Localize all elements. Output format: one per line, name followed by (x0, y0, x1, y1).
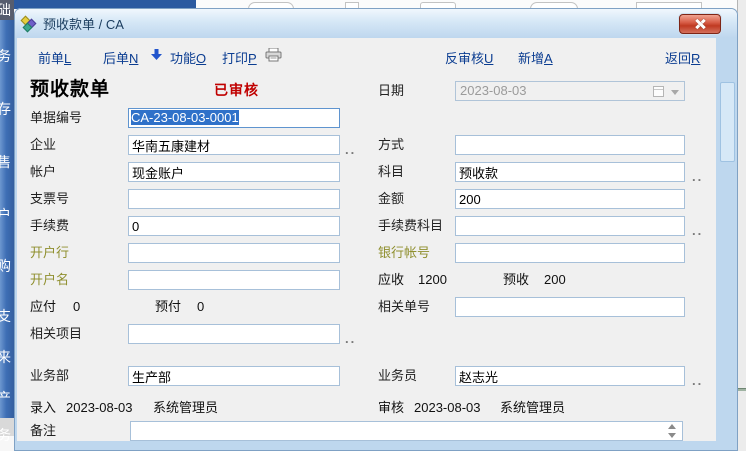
docno-label: 单据编号 (30, 108, 82, 128)
fee-subject-label: 手续费科目 (378, 216, 443, 236)
fee-subject-lookup-button[interactable]: .. (692, 221, 703, 241)
strip-char: 础 (0, 2, 14, 18)
return-button[interactable]: 返回R (665, 48, 700, 67)
strip-char: 售 (0, 154, 14, 170)
date-label: 日期 (378, 81, 404, 101)
remark-spinner[interactable] (665, 423, 679, 439)
unaudit-button[interactable]: 反审核U (445, 48, 493, 67)
strip-char: 产 (0, 390, 14, 406)
bank-branch-input[interactable] (128, 243, 340, 263)
subject-label: 科目 (378, 162, 404, 182)
window-title: 预收款单 / CA (43, 14, 124, 33)
payable-label: 应付 (30, 297, 56, 317)
prev-doc-button[interactable]: 前单L (38, 48, 71, 67)
subject-input[interactable] (455, 162, 685, 182)
bank-branch-label: 开户行 (30, 243, 69, 263)
window-titlebar[interactable]: 预收款单 / CA (15, 9, 737, 38)
related-doc-label: 相关单号 (378, 297, 430, 317)
salesman-lookup-button[interactable]: .. (692, 371, 703, 391)
form-title: 预收款单 (30, 74, 110, 101)
related-project-label: 相关项目 (30, 324, 82, 344)
cheque-input[interactable] (128, 189, 340, 209)
bank-account-label: 银行帐号 (378, 243, 430, 263)
fee-input[interactable] (128, 216, 340, 236)
company-lookup-button[interactable]: .. (345, 140, 356, 160)
amount-input[interactable] (455, 189, 685, 209)
remark-input[interactable] (130, 421, 683, 441)
window-scrollbar-track[interactable] (719, 42, 735, 438)
method-input[interactable] (455, 135, 685, 155)
docno-selected-text: CA-23-08-03-0001 (131, 110, 239, 125)
entry-user: 系统管理员 (153, 398, 218, 418)
department-input[interactable] (128, 366, 340, 386)
department-label: 业务部 (30, 366, 69, 386)
related-project-input[interactable] (128, 324, 340, 344)
close-button[interactable] (679, 14, 721, 34)
related-project-lookup-button[interactable]: .. (345, 329, 356, 349)
salesman-label: 业务员 (378, 366, 417, 386)
account-name-input[interactable] (128, 270, 340, 290)
method-label: 方式 (378, 135, 404, 155)
strip-char: 务 (0, 427, 14, 443)
account-input[interactable] (128, 162, 340, 182)
status-badge: 已审核 (214, 80, 259, 100)
strip-char: 支 (0, 308, 14, 324)
add-new-button[interactable]: 新增A (518, 48, 553, 67)
strip-char: 存 (0, 101, 14, 117)
window-scrollbar-thumb[interactable] (720, 82, 735, 162)
fee-label: 手续费 (30, 216, 69, 236)
entry-label: 录入 (30, 398, 56, 418)
audit-user: 系统管理员 (500, 398, 565, 418)
chevron-down-icon (671, 90, 679, 95)
background-right-edge (737, 0, 746, 451)
company-label: 企业 (30, 135, 56, 155)
app-logo-icon (22, 16, 38, 32)
background-divider (738, 388, 746, 391)
entry-date: 2023-08-03 (66, 398, 133, 418)
print-button[interactable]: 打印P (222, 48, 257, 67)
strip-char: 务 (0, 48, 14, 64)
pre-pay-value: 0 (197, 297, 204, 317)
spinner-up-icon (668, 424, 676, 429)
related-doc-input[interactable] (455, 297, 685, 317)
printer-icon[interactable] (265, 48, 282, 62)
strip-char: 户 (0, 207, 14, 223)
advance-receipt-window: 预收款单 / CA 前单L 后单N 功能O 打印P 反审核U 新增A 返回R 预… (14, 8, 738, 451)
function-arrow-icon[interactable] (150, 48, 163, 61)
calendar-icon (653, 86, 664, 97)
pre-receive-value: 200 (544, 270, 566, 290)
strip-char: 来 (0, 349, 14, 365)
window-content: 前单L 后单N 功能O 打印P 反审核U 新增A 返回R 预收款单 已审核 日期… (17, 38, 716, 441)
function-menu-button[interactable]: 功能O (170, 48, 206, 67)
account-name-label: 开户名 (30, 270, 69, 290)
subject-lookup-button[interactable]: .. (692, 167, 703, 187)
docno-input[interactable]: CA-23-08-03-0001 (128, 108, 340, 128)
fee-subject-input[interactable] (455, 216, 685, 236)
strip-char: 购 (0, 258, 14, 274)
next-doc-button[interactable]: 后单N (103, 48, 138, 67)
account-label: 帐户 (30, 162, 56, 182)
receivable-value: 1200 (418, 270, 447, 290)
pre-pay-label: 预付 (155, 297, 181, 317)
salesman-input[interactable] (455, 366, 685, 386)
background-left-nav-strip: 础 务 存 售 户 购 支 来 产 务 (0, 0, 14, 451)
date-value: 2023-08-03 (460, 83, 527, 98)
pre-receive-label: 预收 (503, 270, 529, 290)
receivable-label: 应收 (378, 270, 404, 290)
cheque-label: 支票号 (30, 189, 69, 209)
remark-label: 备注 (30, 421, 56, 441)
amount-label: 金额 (378, 189, 404, 209)
spinner-down-icon (668, 433, 676, 438)
payable-value: 0 (73, 297, 80, 317)
close-icon (695, 19, 705, 29)
company-input[interactable] (128, 135, 340, 155)
audit-label: 审核 (378, 398, 404, 418)
bank-account-input[interactable] (455, 243, 685, 263)
date-picker[interactable]: 2023-08-03 (455, 81, 685, 101)
audit-date: 2023-08-03 (414, 398, 481, 418)
